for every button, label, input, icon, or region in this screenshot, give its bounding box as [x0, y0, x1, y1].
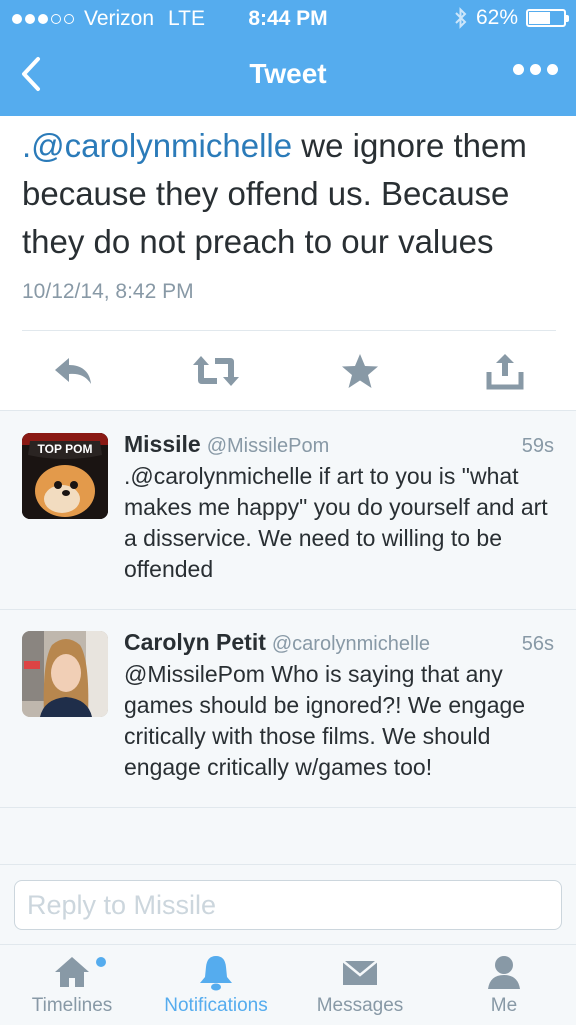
reply-age: 59s [521, 435, 554, 457]
reply-author-name[interactable]: Missile [124, 431, 201, 457]
status-bar: Verizon LTE 8:44 PM 62% [0, 0, 576, 38]
tab-me[interactable]: Me [432, 945, 576, 1025]
more-dots-icon[interactable] [513, 64, 558, 75]
tweet-mention-link[interactable]: .@carolynmichelle [22, 127, 292, 164]
avatar[interactable]: TOP POM [22, 433, 108, 519]
retweet-icon [193, 356, 239, 386]
share-button[interactable] [480, 346, 530, 396]
envelope-icon [342, 960, 378, 985]
navigation-bar: Tweet [0, 40, 576, 112]
reply-author-handle[interactable]: @MissilePom [207, 435, 330, 457]
home-icon [55, 957, 89, 987]
bell-icon [200, 956, 232, 991]
avatar-hat-label: TOP POM [38, 442, 93, 456]
pomeranian-avatar-image: TOP POM [22, 433, 108, 519]
reply-button[interactable] [48, 346, 98, 396]
favorite-button[interactable] [335, 346, 385, 396]
tab-timelines[interactable]: Timelines [0, 945, 144, 1025]
reply-icon [55, 358, 91, 384]
reply-text: @MissilePom Who is saying that any games… [124, 661, 526, 780]
tab-label: Notifications [164, 995, 268, 1016]
person-icon [488, 956, 520, 989]
unread-indicator [96, 957, 106, 967]
reply-text: .@carolynmichelle if art to you is "what… [124, 463, 548, 582]
tweet-actions [0, 346, 576, 396]
battery-icon [526, 9, 569, 27]
reply-input[interactable] [14, 880, 562, 930]
tab-label: Messages [316, 995, 404, 1016]
top-bar: Verizon LTE 8:44 PM 62% Tweet [0, 0, 576, 116]
page-title: Tweet [249, 58, 327, 89]
reply-item[interactable]: Carolyn Petit @carolynmichelle 56s @Missi… [0, 609, 576, 808]
retweet-button[interactable] [191, 346, 241, 396]
reply-author-name[interactable]: Carolyn Petit [124, 629, 266, 655]
divider [22, 330, 556, 331]
reply-composer [0, 864, 576, 945]
reply-item[interactable]: TOP POM Missile @MissilePom 59s .@carolyn… [0, 411, 576, 610]
share-icon [486, 354, 524, 390]
bluetooth-icon [455, 7, 467, 29]
battery-percent: 62% [475, 6, 518, 29]
tab-label: Timelines [31, 995, 113, 1016]
reply-author-handle[interactable]: @carolynmichelle [272, 633, 430, 655]
tab-messages[interactable]: Messages [288, 945, 432, 1025]
main-tweet: .@carolynmichelle we ignore them because… [0, 116, 576, 410]
tab-bar: Timelines Notifications Messages Me [0, 944, 576, 1025]
reply-age: 56s [521, 633, 554, 655]
tab-notifications[interactable]: Notifications [144, 945, 288, 1025]
favorite-icon [342, 354, 378, 388]
tab-label: Me [490, 995, 518, 1016]
user-photo-avatar-image [22, 631, 108, 717]
tweet-timestamp: 10/12/14, 8:42 PM [22, 280, 194, 303]
reply-list: TOP POM Missile @MissilePom 59s .@carolyn… [0, 410, 576, 865]
tweet-text: .@carolynmichelle we ignore them because… [22, 122, 556, 266]
avatar[interactable] [22, 631, 108, 717]
